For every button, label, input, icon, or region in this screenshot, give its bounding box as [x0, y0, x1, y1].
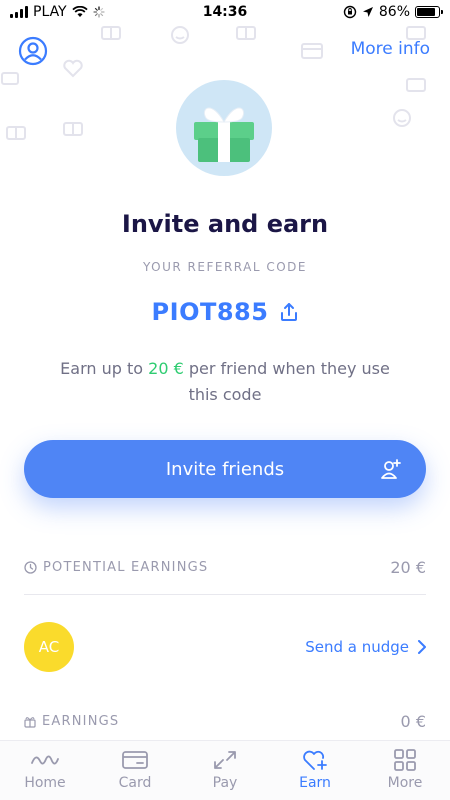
battery-percent: 86% [378, 4, 410, 20]
clock-icon [24, 561, 37, 574]
invite-friends-button[interactable]: Invite friends [24, 440, 426, 498]
earnings-text: EARNINGS [42, 714, 120, 729]
transfer-arrows-icon [214, 751, 236, 769]
divider [24, 594, 426, 595]
referral-code[interactable]: PIOT885 [152, 298, 269, 326]
gift-outline-icon [101, 26, 121, 40]
tab-earn[interactable]: Earn [270, 741, 360, 800]
friend-row: AC Send a nudge [24, 622, 426, 672]
gift-outline-icon [6, 126, 26, 140]
tab-home[interactable]: Home [0, 741, 90, 800]
tab-label: Earn [299, 775, 331, 791]
status-right: 86% [343, 4, 443, 20]
page-title: Invite and earn [121, 210, 329, 238]
card-icon [122, 751, 148, 769]
send-nudge-label: Send a nudge [305, 638, 409, 656]
tab-label: Card [118, 775, 152, 791]
battery-icon [415, 6, 443, 18]
tab-label: Pay [212, 775, 238, 791]
gift-outline-icon [406, 78, 426, 92]
tab-label: More [387, 775, 423, 791]
referral-code-caption: YOUR REFERRAL CODE [142, 260, 307, 274]
earn-prefix: Earn up to [60, 359, 149, 378]
home-wave-icon [31, 755, 59, 765]
earnings-row: EARNINGS 0 € [24, 712, 426, 731]
smiley-outline-icon [171, 26, 189, 44]
potential-earnings-value: 20 € [390, 558, 426, 577]
potential-earnings-text: POTENTIAL EARNINGS [43, 560, 209, 575]
avatar: AC [24, 622, 74, 672]
heart-plus-icon [303, 750, 327, 770]
grid-icon [394, 749, 416, 771]
chevron-right-icon [418, 640, 426, 654]
gift-outline-icon [406, 26, 426, 40]
wallet-outline-icon [301, 43, 323, 59]
more-info-link[interactable]: More info [351, 39, 430, 59]
earnings-label: EARNINGS [24, 714, 119, 729]
smiley-outline-icon [393, 109, 411, 127]
potential-earnings-label: POTENTIAL EARNINGS [24, 560, 208, 575]
earn-suffix: per friend when they use this code [183, 359, 390, 404]
profile-button[interactable] [18, 36, 48, 66]
add-person-icon [381, 459, 401, 479]
gift-outline-icon [63, 122, 83, 136]
referral-code-row: PIOT885 [0, 298, 450, 326]
send-nudge-button[interactable]: Send a nudge [305, 638, 426, 656]
earn-description: Earn up to 20 € per friend when they use… [55, 356, 395, 408]
invite-friends-label: Invite friends [165, 458, 285, 480]
share-icon[interactable] [280, 302, 298, 322]
earn-amount: 20 € [148, 359, 184, 378]
gift-outline-icon [1, 72, 19, 85]
earnings-value: 0 € [400, 712, 426, 731]
heart-outline-icon [63, 59, 83, 78]
tab-label: Home [24, 775, 66, 791]
tab-pay[interactable]: Pay [180, 741, 270, 800]
orientation-lock-icon [343, 5, 357, 19]
potential-earnings-row: POTENTIAL EARNINGS 20 € [24, 558, 426, 577]
gift-small-icon [24, 716, 36, 728]
tab-card[interactable]: Card [90, 741, 180, 800]
tab-bar: Home Card Pay Earn More [0, 740, 450, 800]
gift-icon [176, 80, 272, 176]
gift-outline-icon [236, 26, 256, 40]
tab-more[interactable]: More [360, 741, 450, 800]
location-arrow-icon [362, 7, 373, 17]
